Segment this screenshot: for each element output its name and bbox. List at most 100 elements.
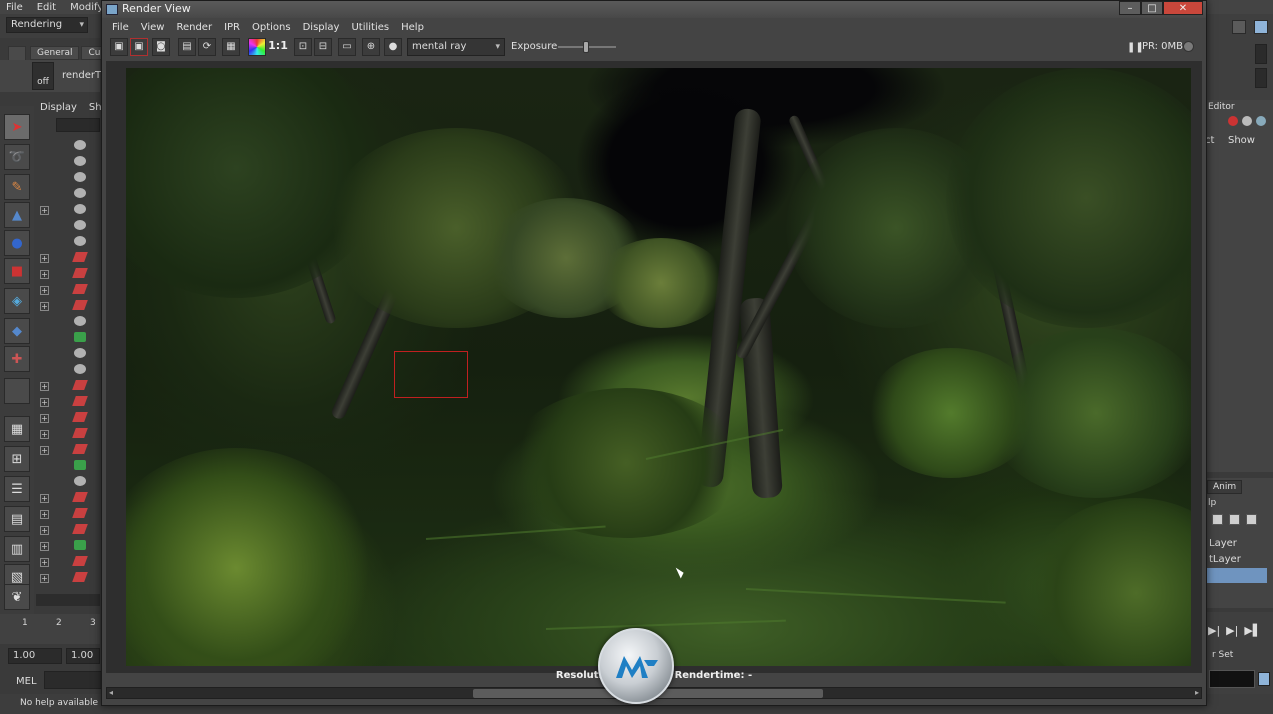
instancer-icon[interactable] <box>74 332 86 342</box>
step-forward-icon[interactable]: ▶| <box>1226 624 1238 637</box>
shelf-tab-general[interactable]: General <box>30 46 80 60</box>
layer-help-menu[interactable]: lp <box>1208 498 1216 508</box>
expand-icon[interactable]: + <box>40 270 49 279</box>
mesh-icon[interactable] <box>74 156 86 166</box>
time-slider[interactable] <box>0 614 100 644</box>
red-sphere-icon[interactable] <box>1228 116 1238 126</box>
spin-up-icon[interactable] <box>1255 44 1267 64</box>
menu-file[interactable]: File <box>6 2 23 13</box>
end-icon[interactable]: ▶▌ <box>1244 624 1261 637</box>
refresh-ipr-icon[interactable]: ⟳ <box>198 38 216 56</box>
range-start-field[interactable]: 1.00 <box>8 648 62 664</box>
maximize-icon[interactable]: □ <box>1141 1 1163 15</box>
rv-menu-options[interactable]: Options <box>246 22 297 33</box>
last-tool-icon[interactable] <box>4 378 30 404</box>
mesh-icon[interactable] <box>74 188 86 198</box>
toggle-panel-icon[interactable] <box>1232 20 1246 34</box>
menu-modify[interactable]: Modify <box>70 2 103 13</box>
mesh-icon[interactable] <box>74 220 86 230</box>
menuset-select[interactable]: Rendering <box>6 17 88 33</box>
expand-icon[interactable]: + <box>40 206 49 215</box>
outliner-scrollbar[interactable] <box>36 594 100 606</box>
rv-menu-ipr[interactable]: IPR <box>218 22 246 33</box>
expand-icon[interactable]: + <box>40 510 49 519</box>
exposure-slider-thumb[interactable] <box>583 41 589 53</box>
mesh-icon[interactable] <box>74 172 86 182</box>
mesh-icon[interactable] <box>74 316 86 326</box>
attribute-show-menu[interactable]: Show <box>1228 135 1255 146</box>
expand-icon[interactable]: + <box>40 574 49 583</box>
channel-box-icon[interactable] <box>1254 20 1268 34</box>
paint-tool-icon[interactable]: ✎ <box>4 174 30 200</box>
spin-down-icon[interactable] <box>1255 68 1267 88</box>
expand-icon[interactable]: + <box>40 414 49 423</box>
expand-icon[interactable]: + <box>40 382 49 391</box>
range-end-field[interactable]: 1.00 <box>66 648 100 664</box>
redo-previous-render-icon[interactable]: ▣ <box>110 38 128 56</box>
close-icon[interactable]: ✕ <box>1163 1 1203 15</box>
render-region-icon[interactable]: ▣ <box>130 38 148 56</box>
display-rgb-channels-icon[interactable] <box>248 38 266 56</box>
snapshot-icon[interactable]: ◙ <box>152 38 170 56</box>
outliner-search-field[interactable] <box>56 118 100 132</box>
real-size-button[interactable]: 1:1 <box>268 38 288 56</box>
hypershade-layout-icon[interactable]: ▥ <box>4 536 30 562</box>
show-manip-icon[interactable]: ✚ <box>4 346 30 372</box>
scroll-right-icon[interactable]: ▸ <box>1195 688 1199 697</box>
mesh-icon[interactable] <box>74 236 86 246</box>
expand-icon[interactable]: + <box>40 398 49 407</box>
outliner-layout-icon[interactable]: ☰ <box>4 476 30 502</box>
instancer-icon[interactable] <box>74 460 86 470</box>
new-layer-selected-icon[interactable] <box>1229 514 1240 525</box>
move-tool-icon[interactable]: ▲ <box>4 202 30 228</box>
lasso-tool-icon[interactable]: ➰ <box>4 144 30 170</box>
rv-menu-display[interactable]: Display <box>297 22 346 33</box>
mesh-icon[interactable] <box>74 140 86 150</box>
grey-sphere-icon[interactable] <box>1242 116 1252 126</box>
gear-icon[interactable] <box>1256 116 1266 126</box>
rv-menu-view[interactable]: View <box>135 22 171 33</box>
mesh-icon[interactable] <box>74 348 86 358</box>
script-layout-icon[interactable]: ❦ <box>4 584 30 610</box>
zoom-icon[interactable]: ⊕ <box>362 38 380 56</box>
rendered-image[interactable] <box>126 68 1191 666</box>
menu-edit[interactable]: Edit <box>37 2 56 13</box>
keep-image-icon[interactable]: ▦ <box>222 38 240 56</box>
instancer-icon[interactable] <box>74 540 86 550</box>
delete-layer-icon[interactable] <box>1246 514 1257 525</box>
render-region-marquee[interactable] <box>394 351 468 398</box>
ipr-render-icon[interactable]: ▤ <box>178 38 196 56</box>
new-layer-icon[interactable] <box>1212 514 1223 525</box>
expand-icon[interactable]: + <box>40 254 49 263</box>
rotate-tool-icon[interactable]: ● <box>4 230 30 256</box>
expand-icon[interactable]: + <box>40 558 49 567</box>
expand-icon[interactable]: + <box>40 542 49 551</box>
layer-row-selected[interactable] <box>1207 568 1267 583</box>
minimize-icon[interactable]: – <box>1119 1 1141 15</box>
expand-icon[interactable]: + <box>40 446 49 455</box>
mesh-icon[interactable] <box>74 364 86 374</box>
rv-menu-utilities[interactable]: Utilities <box>345 22 395 33</box>
scale-tool-icon[interactable]: ■ <box>4 258 30 284</box>
four-pane-layout-icon[interactable]: ⊞ <box>4 446 30 472</box>
remove-image-icon[interactable]: ⊟ <box>314 38 332 56</box>
layer-row[interactable]: tLayer <box>1207 552 1267 567</box>
render-thumbnail-toggle[interactable]: off <box>32 62 54 90</box>
play-forward-icon[interactable]: ▶| <box>1208 624 1220 637</box>
soft-mod-icon[interactable]: ◆ <box>4 318 30 344</box>
rv-menu-file[interactable]: File <box>106 22 135 33</box>
script-editor-icon[interactable] <box>1258 672 1270 686</box>
universal-manip-icon[interactable]: ◈ <box>4 288 30 314</box>
outliner-menu-display[interactable]: Display <box>40 102 77 113</box>
layer-row[interactable]: Layer <box>1207 536 1267 551</box>
group-icon[interactable] <box>74 204 86 214</box>
renderer-select[interactable]: mental ray <box>407 38 505 56</box>
graph-layout-icon[interactable]: ▤ <box>4 506 30 532</box>
expand-icon[interactable]: + <box>40 494 49 503</box>
keep-image-icon[interactable]: ⊡ <box>294 38 312 56</box>
rv-menu-help[interactable]: Help <box>395 22 430 33</box>
scroll-left-icon[interactable]: ◂ <box>109 688 113 697</box>
display-render-layer-icon[interactable]: ▭ <box>338 38 356 56</box>
mel-command-field[interactable] <box>44 671 102 689</box>
select-tool-icon[interactable]: ➤ <box>4 114 30 140</box>
